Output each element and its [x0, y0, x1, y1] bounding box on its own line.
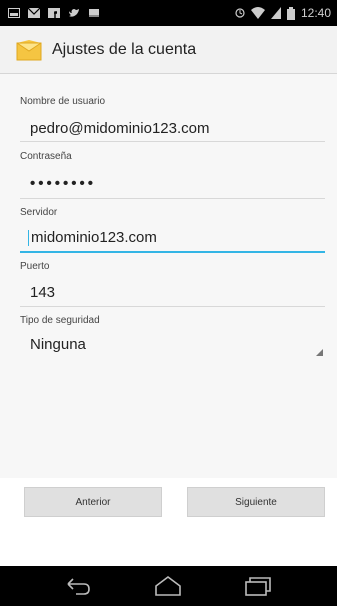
server-field[interactable]: midominio123.com	[31, 229, 157, 246]
username-label: Nombre de usuario	[20, 96, 106, 107]
port-field[interactable]: 143	[30, 284, 55, 301]
alarm-icon	[235, 8, 245, 18]
recents-icon[interactable]	[244, 574, 272, 598]
signal-icon	[270, 7, 281, 19]
image-icon	[89, 9, 99, 17]
security-label: Tipo de seguridad	[20, 315, 100, 326]
username-underline	[20, 141, 325, 142]
back-icon[interactable]	[64, 574, 92, 598]
status-bar: 12:40	[0, 0, 337, 26]
battery-icon	[286, 6, 295, 20]
twitter-icon	[69, 9, 79, 17]
system-icons: 12:40	[235, 6, 331, 20]
security-type-select[interactable]: Ninguna	[30, 336, 86, 353]
server-underline	[20, 251, 325, 253]
action-bar: Ajustes de la cuenta	[0, 26, 337, 74]
next-button[interactable]: Siguiente	[187, 487, 325, 517]
dropdown-arrow-icon[interactable]	[316, 349, 323, 356]
port-label: Puerto	[20, 261, 50, 272]
text-cursor	[28, 230, 29, 246]
notification-icon	[8, 8, 20, 18]
home-icon[interactable]	[154, 574, 182, 598]
server-label: Servidor	[20, 207, 58, 218]
port-underline	[20, 306, 325, 307]
password-underline	[20, 198, 325, 199]
facebook-icon	[48, 8, 60, 18]
page-title: Ajustes de la cuenta	[52, 40, 197, 58]
wifi-icon	[250, 7, 265, 19]
username-field[interactable]: pedro@midominio123.com	[30, 120, 209, 137]
previous-button[interactable]: Anterior	[24, 487, 162, 517]
clock: 12:40	[300, 6, 331, 20]
email-app-icon[interactable]	[16, 39, 42, 61]
password-field[interactable]: ••••••••	[30, 175, 96, 192]
password-label: Contraseña	[20, 151, 72, 162]
notification-icons	[8, 8, 100, 18]
gmail-icon	[28, 8, 40, 18]
navigation-bar	[0, 566, 337, 606]
account-settings-form: Nombre de usuario pedro@midominio123.com…	[0, 74, 337, 478]
